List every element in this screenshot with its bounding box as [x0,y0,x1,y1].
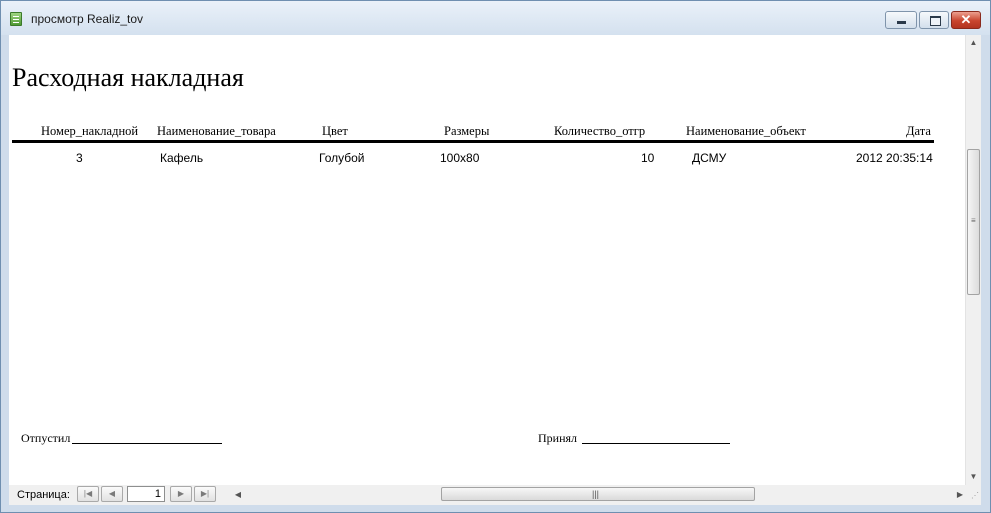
cell-product-name: Кафель [160,151,204,165]
window-title: просмотр Realiz_tov [31,12,144,26]
last-page-icon: ▶| [200,489,210,498]
scroll-down-icon[interactable]: ▼ [966,469,981,485]
scroll-left-icon[interactable]: ◀ [231,486,245,503]
report-app-icon [10,12,22,26]
report-client-area: Расходная накладная Номер_накладной Наим… [9,35,981,485]
cell-color: Голубой [319,151,365,165]
close-icon: ✕ [960,12,972,27]
first-page-button[interactable]: |◀ [77,486,99,502]
horizontal-grip-icon: ||| [592,489,600,499]
previous-page-button[interactable]: ◀ [101,486,123,502]
report-preview-window: просмотр Realiz_tov ✕ Расходная накладна… [0,0,991,513]
next-page-button[interactable]: ▶ [170,486,192,502]
cell-invoice-number: 3 [76,151,83,165]
column-header-date: Дата [906,124,931,138]
header-divider [12,140,934,143]
last-page-button[interactable]: ▶| [194,486,216,502]
horizontal-scrollbar[interactable]: ◀ ||| ▶ [231,486,967,503]
cell-object-name: ДСМУ [692,151,727,165]
vertical-scrollbar[interactable]: ▲ ≡ ▼ [965,35,981,485]
cell-quantity: 10 [641,151,655,165]
maximize-icon [930,16,941,26]
horizontal-scroll-thumb[interactable]: ||| [441,487,755,501]
column-header-object-name: Наименование_объект [686,124,806,138]
report-page: Расходная накладная Номер_накладной Наим… [9,35,965,485]
scroll-right-icon[interactable]: ▶ [953,486,967,503]
scroll-grip-icon: ≡ [971,216,976,225]
report-title: Расходная накладная [12,63,244,92]
minimize-button[interactable] [885,11,917,29]
page-navigation-bar: Страница: |◀ ◀ 1 ▶ ▶| ◀ ||| ▶ ⋰ [9,485,981,505]
next-page-icon: ▶ [177,489,185,498]
size-grip-icon[interactable]: ⋰ [967,490,979,502]
received-by-signature-line [582,443,730,444]
released-by-label: Отпустил [21,431,71,445]
vertical-scroll-thumb[interactable]: ≡ [967,149,980,295]
title-bar[interactable]: просмотр Realiz_tov ✕ [1,1,990,35]
scroll-up-icon[interactable]: ▲ [966,35,981,51]
column-header-product-name: Наименование_товара [157,124,276,138]
column-header-invoice-number: Номер_накладной [41,124,139,138]
column-header-size: Размеры [444,124,490,138]
released-by-signature-line [72,443,222,444]
maximize-button[interactable] [919,11,949,29]
column-header-color: Цвет [322,124,348,138]
close-button[interactable]: ✕ [951,11,981,29]
minimize-icon [897,21,906,24]
prev-page-icon: ◀ [108,489,116,498]
page-label: Страница: [17,489,70,501]
page-number-input[interactable]: 1 [127,486,165,502]
cell-date: 2012 20:35:14 [856,151,933,165]
column-header-quantity: Количество_отгр [554,124,646,138]
received-by-label: Принял [538,431,578,445]
first-page-icon: |◀ [83,489,93,498]
cell-size: 100x80 [440,151,480,165]
